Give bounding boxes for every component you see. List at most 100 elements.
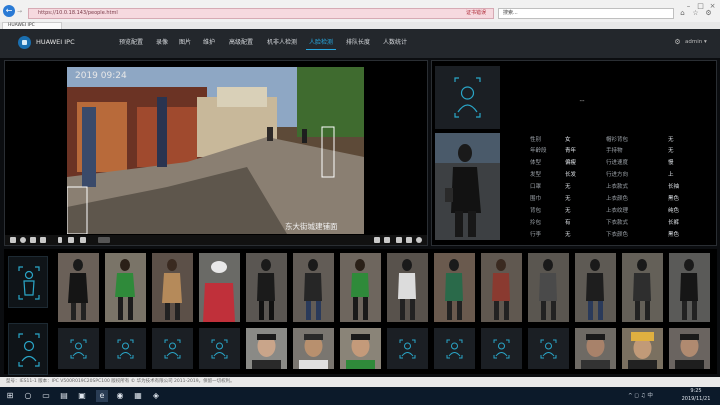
settings-gear-icon[interactable]: ⚙ — [673, 38, 682, 47]
nav-preview-config[interactable]: 预览配置 — [114, 38, 148, 47]
taskbar-time[interactable]: 9:25 — [676, 388, 716, 395]
stop-icon[interactable] — [10, 237, 16, 243]
person-image — [669, 253, 710, 322]
microphone-icon[interactable] — [58, 237, 62, 243]
attr-value: 黑色 — [668, 196, 680, 202]
file-explorer-icon[interactable]: ▤ — [58, 390, 70, 402]
nav-advanced-config[interactable]: 高级配置 — [224, 38, 258, 47]
record-icon[interactable] — [20, 237, 26, 243]
face-capture-placeholder — [434, 328, 475, 369]
person-image — [434, 253, 475, 322]
person-body-thumbnail[interactable] — [435, 133, 500, 240]
settings-icon[interactable] — [416, 237, 422, 243]
expand-icon[interactable] — [406, 237, 412, 243]
nav-recording[interactable]: 录像 — [152, 38, 172, 47]
certificate-warning[interactable]: 证书错误 — [466, 10, 496, 17]
tab-bar — [0, 22, 720, 29]
body-capture-thumbnail[interactable] — [246, 253, 287, 322]
body-capture-thumbnail[interactable] — [340, 253, 381, 322]
street-scene-image — [67, 67, 364, 234]
face-image — [622, 328, 663, 369]
stream-select[interactable] — [98, 237, 110, 243]
face-capture-thumbnail[interactable] — [340, 328, 381, 369]
video-location-caption: 东大街城建铺面 — [285, 222, 338, 231]
face-image — [340, 328, 381, 369]
body-capture-thumbnail[interactable] — [481, 253, 522, 322]
face-capture-thumbnail[interactable] — [246, 328, 287, 369]
windows-start-icon[interactable]: ⊞ — [4, 390, 16, 402]
back-arrow-icon[interactable]: ← — [3, 5, 15, 17]
gear-icon[interactable]: ⚙ — [704, 9, 713, 18]
face-capture-thumbnail[interactable] — [575, 328, 616, 369]
search-icon[interactable]: ○ — [22, 390, 34, 402]
person-image — [293, 253, 334, 322]
body-capture-thumbnail[interactable] — [199, 253, 240, 322]
nav-pictures[interactable]: 图片 — [175, 38, 195, 47]
attr-label: 发型 — [530, 172, 542, 178]
body-capture-thumbnail[interactable] — [622, 253, 663, 322]
body-capture-thumbnail[interactable] — [293, 253, 334, 322]
body-capture-thumbnail[interactable] — [105, 253, 146, 322]
face-capture-thumbnail[interactable] — [293, 328, 334, 369]
fullscreen-icon[interactable] — [40, 237, 46, 243]
body-capture-thumbnail[interactable] — [152, 253, 193, 322]
face-placeholder-icon — [164, 339, 181, 359]
user-name[interactable]: admin — [685, 39, 702, 45]
live-video-frame[interactable] — [67, 67, 364, 234]
attr-label: 手持物 — [606, 148, 623, 154]
zoom-in-icon[interactable] — [374, 237, 380, 243]
face-icon — [18, 333, 40, 367]
face-placeholder-icon — [399, 339, 416, 359]
nav-vehicle-person-detection[interactable]: 机非人检测 — [262, 38, 302, 47]
app-icon[interactable]: ▦ — [132, 390, 144, 402]
address-bar-url[interactable]: https://10.0.18.143/people.html — [38, 10, 198, 17]
task-view-icon[interactable]: ▭ — [40, 390, 52, 402]
face-capture-thumbnail[interactable] — [669, 328, 710, 369]
face-capture-tab[interactable] — [8, 323, 48, 375]
user-menu[interactable]: admin ▾ — [685, 38, 715, 47]
person-image — [152, 253, 193, 322]
nav-face-detection[interactable]: 人脸检测 — [306, 38, 336, 50]
taskbar-date[interactable]: 2019/11/21 — [676, 396, 716, 403]
ie-browser-icon[interactable]: e — [96, 390, 108, 402]
star-icon[interactable]: ☆ — [691, 9, 700, 18]
nav-people-count[interactable]: 人数统计 — [380, 38, 410, 47]
face-capture-thumbnail[interactable] — [622, 328, 663, 369]
body-capture-thumbnail[interactable] — [387, 253, 428, 322]
body-capture-thumbnail[interactable] — [58, 253, 99, 322]
attr-label: 下衣颜色 — [606, 232, 629, 238]
face-capture-placeholder — [58, 328, 99, 369]
body-capture-thumbnail[interactable] — [528, 253, 569, 322]
body-capture-thumbnail[interactable] — [575, 253, 616, 322]
system-tray[interactable]: ^ ◻ ♫ 中 — [628, 391, 672, 401]
body-capture-tab[interactable] — [8, 256, 48, 308]
app-icon[interactable]: ◈ — [150, 390, 162, 402]
person-image — [105, 253, 146, 322]
search-placeholder[interactable]: 搜索... — [503, 10, 533, 17]
nav-queue-length[interactable]: 排队长度 — [342, 38, 374, 47]
body-capture-thumbnail[interactable] — [669, 253, 710, 322]
face-image — [246, 328, 287, 369]
store-icon[interactable]: ▣ — [76, 390, 88, 402]
nav-maintenance[interactable]: 维护 — [199, 38, 219, 47]
attr-value: 无 — [565, 232, 571, 238]
person-image — [58, 253, 99, 322]
speaker-icon[interactable] — [68, 237, 74, 243]
face-placeholder-icon — [446, 339, 463, 359]
body-capture-thumbnail[interactable] — [434, 253, 475, 322]
snapshot-icon[interactable] — [30, 237, 36, 243]
grid-icon[interactable] — [396, 237, 402, 243]
app-icon[interactable]: ◉ — [114, 390, 126, 402]
zoom-out-icon[interactable] — [384, 237, 390, 243]
attr-value: 上 — [668, 172, 674, 178]
face-image — [293, 328, 334, 369]
person-image — [387, 253, 428, 322]
forward-arrow-icon[interactable]: → — [17, 8, 25, 16]
face-placeholder-icon — [493, 339, 510, 359]
tab-title[interactable]: HUAWEI IPC — [8, 22, 58, 29]
person-image — [622, 253, 663, 322]
home-icon[interactable]: ⌂ — [678, 9, 687, 18]
face-placeholder-icon — [117, 339, 134, 359]
zoom-icon[interactable] — [80, 237, 86, 243]
person-image — [199, 253, 240, 322]
